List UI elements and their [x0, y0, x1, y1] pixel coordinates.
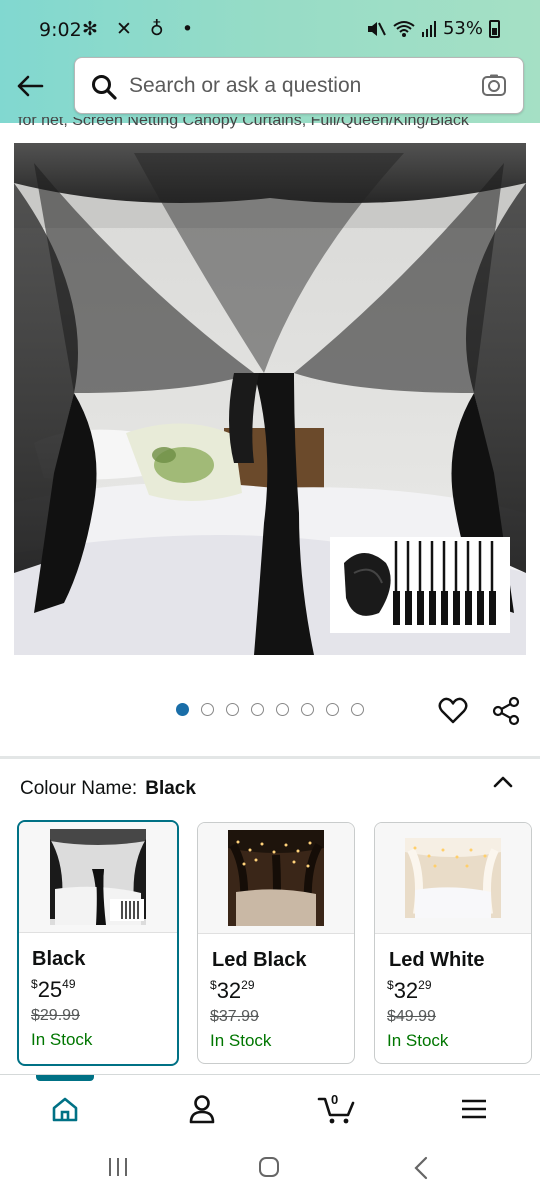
- variant-list-price: $49.99: [387, 1008, 436, 1025]
- variant-card-led-white[interactable]: Led White $3229 $49.99 In Stock: [374, 822, 532, 1064]
- carousel-dot[interactable]: [351, 703, 364, 716]
- chevron-up-icon: [493, 776, 513, 788]
- status-right: 53%: [365, 18, 500, 39]
- canopy-bed-photo: [14, 143, 526, 655]
- carousel-dot[interactable]: [176, 703, 189, 716]
- account-icon: [189, 1095, 215, 1124]
- colour-selector-label: Colour Name: Black: [20, 778, 196, 800]
- black-canopy-thumb: [50, 829, 146, 925]
- carousel-dot[interactable]: [301, 703, 314, 716]
- product-title-partial: for net, Screen Netting Canopy Curtains,…: [18, 117, 469, 129]
- price-currency: $: [387, 978, 394, 992]
- price-whole: 25: [37, 977, 63, 1002]
- recent-apps-icon: [109, 1158, 127, 1176]
- variant-name: Led Black: [212, 949, 307, 971]
- signal-icon: [421, 20, 436, 37]
- variant-stock-status: In Stock: [31, 1030, 93, 1049]
- variant-price: $3229: [387, 978, 432, 1004]
- section-divider: [0, 756, 540, 759]
- search-input[interactable]: [129, 72, 469, 100]
- product-image[interactable]: [14, 143, 526, 655]
- share-button[interactable]: [491, 696, 521, 731]
- variant-stock-status: In Stock: [387, 1031, 449, 1050]
- variant-thumbnail: [375, 823, 531, 934]
- price-whole: 32: [393, 978, 419, 1003]
- back-arrow-icon: [17, 75, 44, 97]
- nav-menu[interactable]: [454, 1089, 494, 1129]
- battery-percent: 53%: [442, 18, 483, 39]
- search-bar[interactable]: [74, 57, 524, 114]
- heart-icon: [438, 697, 468, 724]
- price-fraction: 29: [241, 978, 255, 992]
- camera-lens-icon[interactable]: [481, 73, 507, 99]
- price-fraction: 29: [418, 978, 432, 992]
- variant-price: $3229: [210, 978, 255, 1004]
- share-icon: [492, 696, 520, 726]
- status-bar: 9:02 ✻ ✕ ♁ • 53%: [0, 0, 540, 58]
- recent-apps-button[interactable]: [107, 1156, 129, 1183]
- variant-card-led-black[interactable]: Led Black $3229 $37.99 In Stock: [197, 822, 355, 1064]
- wishlist-button[interactable]: [438, 697, 468, 730]
- variant-name: Led White: [389, 949, 485, 971]
- chevron-left-icon: [414, 1156, 428, 1180]
- collapse-button[interactable]: [492, 774, 514, 795]
- system-back-button[interactable]: [412, 1156, 430, 1185]
- carousel-dot[interactable]: [251, 703, 264, 716]
- home-system-button[interactable]: [258, 1156, 280, 1183]
- colour-selected-value: Black: [145, 778, 196, 799]
- carousel-dot[interactable]: [201, 703, 214, 716]
- home-icon: [52, 1097, 78, 1122]
- header-bar: 9:02 ✻ ✕ ♁ • 53%: [0, 0, 540, 123]
- nav-account[interactable]: [182, 1089, 222, 1129]
- variant-thumbnail: [19, 822, 177, 933]
- image-carousel-dots[interactable]: [176, 703, 364, 716]
- bottom-navigation: 0: [0, 1074, 540, 1138]
- menu-icon: [462, 1099, 486, 1119]
- home-circle-icon: [259, 1157, 279, 1177]
- variant-price: $2549: [31, 977, 76, 1003]
- system-navigation-bar: [0, 1138, 540, 1200]
- colour-label-text: Colour Name:: [20, 778, 138, 799]
- mute-icon: [367, 21, 386, 36]
- led-black-canopy-thumb: [228, 830, 324, 926]
- variant-card-black[interactable]: Black $2549 $29.99 In Stock: [17, 820, 179, 1066]
- variant-list-price: $37.99: [210, 1008, 259, 1025]
- active-tab-indicator: [36, 1075, 94, 1081]
- variant-list-price: $29.99: [31, 1007, 80, 1024]
- led-white-canopy-thumb: [405, 838, 501, 918]
- carousel-dot[interactable]: [276, 703, 289, 716]
- notification-icons: ✻ ✕ ♁ •: [82, 18, 200, 40]
- carousel-dot[interactable]: [226, 703, 239, 716]
- search-icon: [92, 75, 117, 100]
- price-currency: $: [31, 977, 38, 991]
- variant-name: Black: [32, 948, 86, 970]
- price-currency: $: [210, 978, 217, 992]
- variant-stock-status: In Stock: [210, 1031, 272, 1050]
- nav-cart[interactable]: 0: [315, 1089, 359, 1129]
- cart-count-badge: 0: [331, 1092, 339, 1107]
- wifi-icon: [393, 20, 415, 37]
- price-whole: 32: [216, 978, 242, 1003]
- nav-home[interactable]: [45, 1089, 85, 1129]
- price-fraction: 49: [62, 977, 76, 991]
- battery-icon: [489, 19, 500, 38]
- carousel-dot[interactable]: [326, 703, 339, 716]
- back-button[interactable]: [14, 70, 46, 102]
- status-time: 9:02: [39, 19, 82, 41]
- variant-thumbnail: [198, 823, 354, 934]
